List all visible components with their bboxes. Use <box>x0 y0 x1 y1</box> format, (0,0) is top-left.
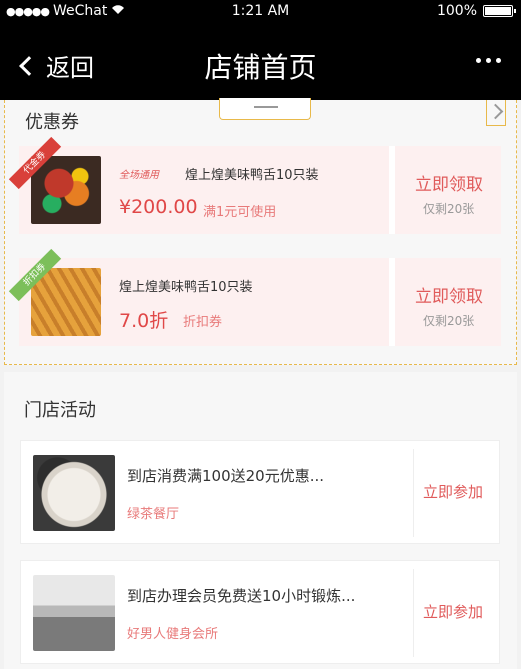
claim-coupon-button[interactable]: 立即领取 <box>415 282 483 307</box>
navigation-bar: 返回 店铺首页 <box>0 24 521 100</box>
coupon-card[interactable]: 煌上煌美味鸭舌10只装 7.0折 折扣券 折扣券 立即领取 仅剩20张 <box>8 248 501 346</box>
collapse-tab[interactable] <box>219 98 311 120</box>
battery-percent: 100% <box>436 3 477 19</box>
divider <box>413 449 414 537</box>
coupon-info: 全场通用 煌上煌美味鸭舌10只装 ¥200.00 满1元可使用 <box>19 146 389 234</box>
coupon-claim-area[interactable]: 立即领取 仅剩20张 <box>395 146 501 234</box>
status-bar: ●●●●● WeChat 1:21 AM 100% <box>0 0 521 24</box>
join-activity-button[interactable]: 立即参加 <box>423 481 483 502</box>
coupon-section-title: 优惠券 <box>25 112 79 133</box>
activity-image <box>33 575 115 651</box>
coupon-value: 7.0折 <box>119 310 169 332</box>
activity-image <box>33 455 115 531</box>
more-menu-icon[interactable] <box>476 58 501 63</box>
coupon-card[interactable]: 全场通用 煌上煌美味鸭舌10只装 ¥200.00 满1元可使用 代金券 立即领取… <box>8 136 501 234</box>
chevron-right-icon[interactable] <box>486 100 506 126</box>
activity-title: 到店办理会员免费送10小时锻炼... <box>127 587 356 605</box>
coupon-scope-tag: 全场通用 <box>119 170 159 181</box>
activity-section: 门店活动 到店消费满100送20元优惠... 绿茶餐厅 立即参加 到店办理会员免… <box>4 372 517 669</box>
activity-store: 好男人健身会所 <box>127 627 219 642</box>
page-title: 店铺首页 <box>204 51 317 84</box>
coupon-remaining: 仅剩20张 <box>423 314 475 328</box>
coupon-product-name: 煌上煌美味鸭舌10只装 <box>119 280 253 295</box>
coupon-product-name: 煌上煌美味鸭舌10只装 <box>185 168 319 183</box>
coupon-section: 优惠券 全场通用 煌上煌美味鸭舌10只装 ¥200.00 满1元可使用 代金券 … <box>4 98 517 365</box>
coupon-info: 煌上煌美味鸭舌10只装 7.0折 折扣券 <box>19 258 389 346</box>
activity-card[interactable]: 到店消费满100送20元优惠... 绿茶餐厅 立即参加 <box>20 440 500 544</box>
coupon-value: ¥200.00 <box>119 196 198 218</box>
coupon-claim-area[interactable]: 立即领取 仅剩20张 <box>395 258 501 346</box>
activity-store: 绿茶餐厅 <box>127 507 180 522</box>
coupon-condition: 满1元可使用 <box>203 205 277 220</box>
activity-title: 到店消费满100送20元优惠... <box>127 467 325 485</box>
claim-coupon-button[interactable]: 立即领取 <box>415 170 483 195</box>
activity-section-title: 门店活动 <box>24 400 96 421</box>
battery-group: 100% <box>436 3 516 19</box>
divider <box>413 569 414 657</box>
coupon-remaining: 仅剩20张 <box>423 202 475 216</box>
battery-icon <box>483 5 516 17</box>
activity-card[interactable]: 到店办理会员免费送10小时锻炼... 好男人健身会所 立即参加 <box>20 560 500 664</box>
join-activity-button[interactable]: 立即参加 <box>423 601 483 622</box>
coupon-condition: 折扣券 <box>183 315 223 330</box>
